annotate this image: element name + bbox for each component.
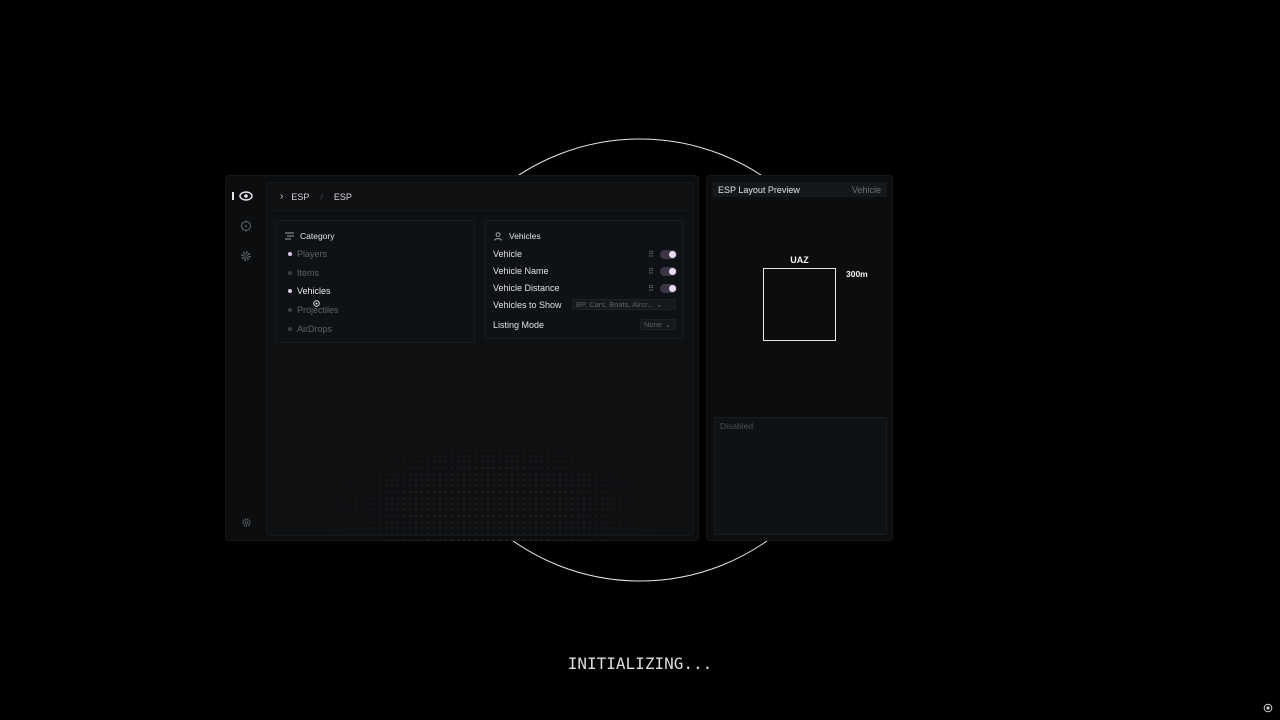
status-text: INITIALIZING...: [567, 654, 713, 673]
vehicle-distance-toggle[interactable]: [660, 283, 677, 293]
breadcrumb-current: ESP: [333, 191, 352, 202]
vehicle-toggle[interactable]: [660, 249, 677, 259]
drag-handle-icon[interactable]: ⠿: [648, 267, 654, 276]
option-vehicle-distance: Vehicle Distance ⠿: [493, 281, 677, 295]
sidebar-rail: [226, 176, 264, 540]
content-area: › ESP / ESP Category Players Items Vehic…: [266, 182, 694, 541]
target-icon: [1263, 703, 1273, 713]
list-filter-icon: [285, 232, 294, 240]
cursor-icon: [313, 300, 320, 307]
vehicles-to-show-select[interactable]: BP, Cars, Boats, Aircr... ⌄: [572, 299, 676, 310]
disabled-label: Disabled: [720, 421, 754, 431]
drag-handle-icon[interactable]: ⠿: [648, 284, 654, 293]
chevron-down-icon: ⌄: [664, 321, 671, 329]
dot-pattern: [317, 429, 667, 541]
category-title: Category: [285, 231, 335, 241]
option-vehicle-name: Vehicle Name ⠿: [493, 264, 677, 278]
vehicle-name-toggle[interactable]: [660, 266, 677, 276]
gear-icon[interactable]: [238, 248, 254, 264]
vehicles-card: Vehicles Vehicle ⠿ Vehicle Name ⠿ Vehicl…: [484, 220, 684, 339]
preview-title: ESP Layout Preview: [718, 184, 800, 195]
category-item-players[interactable]: Players: [288, 249, 327, 259]
esp-distance: 300m: [846, 269, 868, 279]
main-panel: › ESP / ESP Category Players Items Vehic…: [225, 175, 699, 541]
chevron-right-icon: ›: [280, 191, 284, 202]
breadcrumb-separator: /: [320, 191, 323, 202]
user-group-icon: [494, 231, 502, 241]
preview-subtitle[interactable]: Vehicle: [852, 185, 881, 195]
crosshair-icon[interactable]: [238, 218, 254, 234]
eye-icon[interactable]: [238, 188, 254, 204]
settings-icon[interactable]: [238, 514, 254, 530]
breadcrumb: › ESP / ESP: [267, 183, 693, 211]
breadcrumb-root[interactable]: ESP: [291, 192, 309, 202]
listing-mode-select[interactable]: None ⌄: [640, 319, 676, 330]
disabled-area: Disabled: [714, 417, 887, 535]
category-item-items[interactable]: Items: [288, 268, 319, 278]
category-card: Category Players Items Vehicles Projecti…: [275, 220, 475, 343]
active-indicator: [232, 192, 234, 200]
esp-bounding-box: [763, 268, 836, 341]
option-vehicle: Vehicle ⠿: [493, 247, 677, 261]
category-item-vehicles[interactable]: Vehicles: [288, 286, 331, 296]
preview-header: ESP Layout Preview Vehicle: [712, 182, 887, 197]
chevron-down-icon: ⌄: [656, 301, 663, 309]
drag-handle-icon[interactable]: ⠿: [648, 250, 654, 259]
esp-vehicle-name: UAZ: [790, 255, 809, 265]
preview-panel: ESP Layout Preview Vehicle UAZ 300m Disa…: [706, 175, 893, 541]
vehicles-title: Vehicles: [494, 231, 541, 241]
category-item-airdrops[interactable]: AirDrops: [288, 324, 332, 334]
